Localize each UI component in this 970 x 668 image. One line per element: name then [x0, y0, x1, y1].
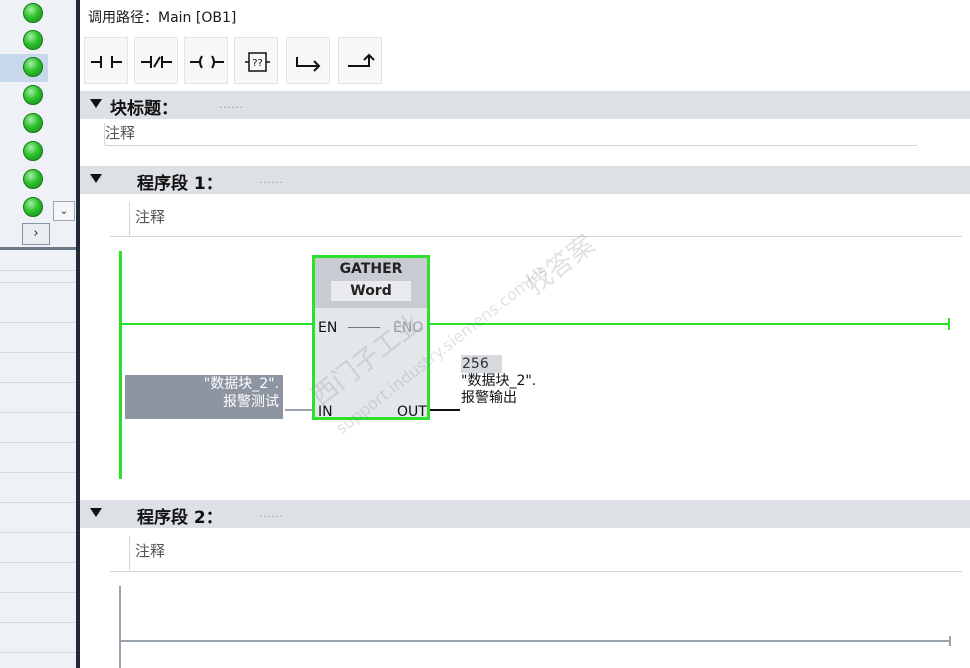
- block-title-label: 块标题：: [110, 99, 178, 119]
- in-operand[interactable]: "数据块_2". 报警测试: [125, 375, 283, 419]
- network-2-comment[interactable]: 注释: [135, 540, 165, 561]
- divider: [129, 202, 130, 236]
- details-panel: [0, 250, 76, 668]
- green-ok-icon: [23, 197, 43, 217]
- divider: [0, 282, 76, 283]
- network-1-title-placeholder[interactable]: ......: [259, 175, 284, 186]
- divider: [0, 270, 76, 271]
- in-wire: [285, 409, 312, 411]
- open-branch-button[interactable]: [286, 37, 330, 84]
- status-row[interactable]: [0, 138, 76, 166]
- instruction-name: GATHER: [339, 261, 403, 277]
- divider: [110, 571, 962, 572]
- collapse-triangle-icon[interactable]: [90, 174, 102, 183]
- divider: [104, 123, 105, 145]
- right-rail-end: [949, 636, 951, 646]
- divider: [0, 532, 76, 533]
- green-ok-icon: [23, 141, 43, 161]
- instruction-type-select[interactable]: Word: [331, 281, 411, 301]
- in-operand-tag: 报警测试: [223, 394, 279, 410]
- chevron-down-icon[interactable]: ⌄: [53, 201, 75, 221]
- normally-open-contact-button[interactable]: [84, 37, 128, 84]
- network-2-bar[interactable]: 程序段 2： ......: [80, 500, 970, 528]
- call-path-label: 调用路径：: [88, 10, 158, 26]
- project-tree-panel: ⌄ ›: [0, 0, 76, 668]
- empty-box-icon: ??: [245, 52, 270, 72]
- divider: [0, 622, 76, 623]
- ladder-editor: 调用路径：Main [OB1] ?? 块标题： ...... 注释 程序段 1：…: [80, 0, 970, 668]
- divider: [0, 382, 76, 383]
- en-pin: EN: [318, 320, 338, 336]
- divider: [110, 236, 962, 237]
- divider: [0, 562, 76, 563]
- green-ok-icon: [23, 3, 43, 23]
- status-row[interactable]: [0, 82, 76, 110]
- out-pin: OUT: [397, 404, 427, 420]
- nc-contact-icon: [141, 56, 172, 68]
- collapse-triangle-icon[interactable]: [90, 99, 102, 108]
- green-ok-icon: [23, 169, 43, 189]
- status-row[interactable]: [0, 27, 76, 55]
- divider: [0, 322, 76, 323]
- coil-icon: [190, 55, 224, 69]
- out-operand-db: "数据块_2".: [461, 373, 537, 389]
- chevron-right-icon[interactable]: ›: [22, 223, 50, 245]
- network-1-title: 程序段 1：: [137, 174, 223, 194]
- status-row[interactable]: [0, 110, 76, 138]
- status-row[interactable]: [0, 166, 76, 194]
- in-operand-text: "数据块_2". 报警测试: [204, 375, 279, 411]
- left-power-rail: [119, 251, 122, 479]
- network-2-title: 程序段 2：: [137, 508, 223, 528]
- green-ok-icon: [23, 30, 43, 50]
- no-contact-icon: [91, 56, 122, 68]
- instruction-header: GATHER Word: [315, 258, 427, 308]
- divider: [105, 145, 917, 146]
- block-title-placeholder[interactable]: ......: [219, 100, 244, 111]
- open-branch-icon: [296, 57, 321, 72]
- collapse-triangle-icon[interactable]: [90, 508, 102, 517]
- network-2-title-placeholder[interactable]: ......: [259, 509, 284, 520]
- out-operand[interactable]: "数据块_2". 报警输出: [461, 373, 536, 407]
- right-rail-end: [948, 318, 950, 330]
- ladder-toolbar: ??: [84, 37, 384, 85]
- green-ok-icon: [23, 113, 43, 133]
- status-list: ⌄: [0, 0, 76, 222]
- divider: [0, 352, 76, 353]
- divider: [0, 592, 76, 593]
- call-path-value: Main [OB1]: [158, 10, 237, 26]
- empty-rung-wire: [121, 640, 951, 642]
- out-wire: [430, 409, 460, 411]
- divider: [129, 536, 130, 571]
- status-row-selected[interactable]: [0, 54, 48, 82]
- divider: [0, 472, 76, 473]
- close-branch-button[interactable]: [338, 37, 382, 84]
- left-power-rail: [119, 586, 121, 668]
- close-branch-icon: [348, 53, 375, 67]
- divider: [0, 442, 76, 443]
- empty-box-icon-text: ??: [252, 58, 263, 69]
- divider: [0, 412, 76, 413]
- en-wire: [122, 323, 312, 325]
- status-row[interactable]: [0, 0, 76, 28]
- out-operand-value: 256: [461, 355, 502, 373]
- green-ok-icon: [23, 85, 43, 105]
- network-1-bar[interactable]: 程序段 1： ......: [80, 166, 970, 194]
- normally-closed-contact-button[interactable]: [134, 37, 178, 84]
- network-1-comment[interactable]: 注释: [135, 206, 165, 227]
- block-comment[interactable]: 注释: [105, 122, 135, 143]
- empty-box-button[interactable]: ??: [234, 37, 278, 84]
- divider: [0, 652, 76, 653]
- eno-wire: [430, 323, 950, 325]
- call-path: 调用路径：Main [OB1]: [88, 7, 236, 27]
- green-ok-icon: [23, 57, 43, 77]
- coil-button[interactable]: [184, 37, 228, 84]
- divider: [0, 502, 76, 503]
- out-operand-tag: 报警输出: [461, 390, 517, 406]
- block-title-bar[interactable]: 块标题： ......: [80, 91, 970, 119]
- in-operand-db: "数据块_2".: [203, 376, 279, 392]
